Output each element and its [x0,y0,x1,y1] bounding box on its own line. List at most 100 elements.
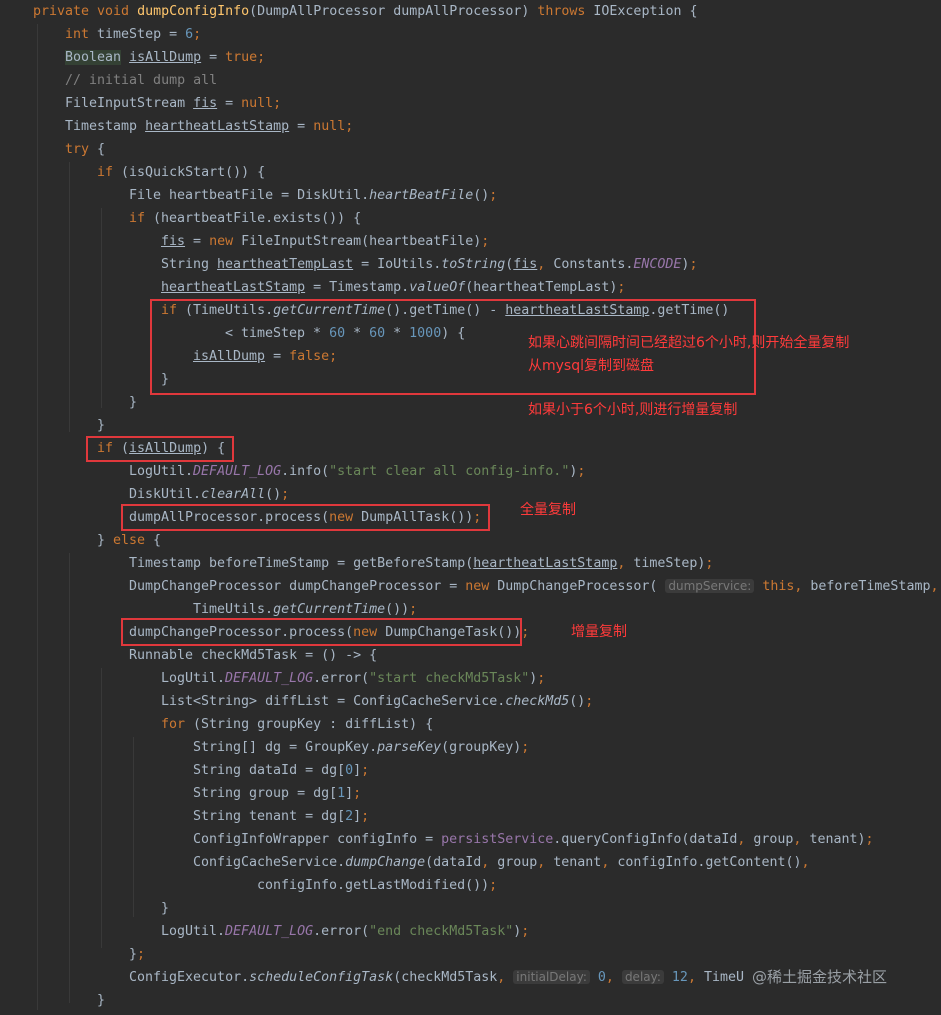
code-line[interactable]: ConfigInfoWrapper configInfo = persistSe… [193,828,874,851]
code-token: persistService [441,832,554,847]
code-token: .queryConfigInfo(dataId [553,832,738,847]
code-token: ; [705,556,714,571]
code-token: ; [361,809,370,824]
code-line[interactable]: File heartbeatFile = DiskUtil.heartBeatF… [129,184,497,207]
code-line[interactable]: Timestamp heartheatLastStamp = null; [65,115,353,138]
code-line[interactable]: }; [129,943,145,966]
code-token: , [537,257,554,272]
code-line[interactable]: configInfo.getLastModified()); [257,874,497,897]
code-line[interactable]: private void dumpConfigInfo(DumpAllProce… [33,0,697,23]
code-line[interactable]: FileInputStream fis = null; [65,92,281,115]
code-token: Timestamp [65,119,146,134]
code-line[interactable]: String group = dg[1]; [193,782,361,805]
code-token: valueOf [409,280,466,295]
code-token: group [753,832,794,847]
code-line[interactable]: LogUtil.DEFAULT_LOG.error("end checkMd5T… [161,920,529,943]
indent-guide [69,162,70,432]
indent-guide [101,208,102,408]
code-token: this, [762,579,811,594]
code-token: DEFAULT_LOG [225,924,314,939]
code-token: ; [521,924,530,939]
code-line[interactable]: String tenant = dg[2]; [193,805,369,828]
full-dump-call-highlight-box [121,504,490,531]
code-line[interactable]: String[] dg = GroupKey.parseKey(groupKey… [193,736,529,759]
code-line[interactable]: LogUtil.DEFAULT_LOG.info("start clear al… [129,460,585,483]
code-line[interactable]: DiskUtil.clearAll(); [129,483,289,506]
code-token: ; [481,234,490,249]
code-token: DumpChangeProcessor( [497,579,666,594]
code-token: ] [345,786,354,801]
code-token: else [113,533,154,548]
code-token: // initial dump all [65,73,218,88]
code-token: LogUtil. [161,924,226,939]
code-token: checkMd5 [505,694,570,709]
code-token: 2 [345,809,354,824]
code-line[interactable]: String heartheatTempLast = IoUtils.toStr… [161,253,697,276]
code-token: ] [353,809,362,824]
code-token: getCurrentTime [273,602,386,617]
code-token: toString [441,257,506,272]
code-line[interactable]: DumpChangeProcessor dumpChangeProcessor … [129,575,938,598]
code-line[interactable]: } else { [97,529,161,552]
code-token: , [497,970,514,985]
code-token: DiskUtil. [129,487,202,502]
code-token: new [209,234,242,249]
code-token: 12 [671,970,688,985]
code-line[interactable]: Runnable checkMd5Task = () -> { [129,644,377,667]
code-line[interactable]: ConfigCacheService.dumpChange(dataId, gr… [193,851,809,874]
parameter-hint: dumpService: [665,579,755,593]
code-token: group [497,855,538,870]
code-token: .info( [281,464,330,479]
code-token: , [617,556,634,571]
code-token: .error( [313,671,370,686]
code-token: int [65,27,98,42]
code-token: = IoUtils. [353,257,442,272]
code-token: ; [137,947,146,962]
code-line[interactable]: Timestamp beforeTimeStamp = getBeforeSta… [129,552,713,575]
code-line[interactable]: fis = new FileInputStream(heartbeatFile)… [161,230,489,253]
code-line[interactable]: for (String groupKey : diffList) { [161,713,433,736]
code-line[interactable]: if (heartbeatFile.exists()) { [129,207,361,230]
code-token: ()) [385,602,410,617]
code-token: ] [353,763,362,778]
code-token: dumpChange [345,855,426,870]
code-line[interactable]: try { [65,138,105,161]
code-token: (dataId [425,855,482,870]
code-token: tenant) [809,832,866,847]
code-token: clearAll [201,487,266,502]
code-token: } [129,395,138,410]
code-line[interactable]: } [97,989,105,1012]
code-line[interactable]: LogUtil.DEFAULT_LOG.error("start checkMd… [161,667,545,690]
code-token: { [97,142,106,157]
code-line[interactable]: } [161,897,169,920]
code-token: heartheatLastStamp [161,280,306,295]
code-token: (checkMd5Task [393,970,498,985]
code-line[interactable]: List<String> diffList = ConfigCacheServi… [161,690,593,713]
code-token: ; [537,671,546,686]
code-token: ; [489,188,498,203]
code-token: tenant [553,855,602,870]
code-token: "end checkMd5Task" [369,924,514,939]
code-line[interactable]: } [129,391,137,414]
code-line[interactable]: ConfigExecutor.scheduleConfigTask(checkM… [129,966,744,989]
code-token: ; [281,487,290,502]
code-line[interactable]: String dataId = dg[0]; [193,759,369,782]
code-token: FileInputStream(heartbeatFile) [241,234,482,249]
change-dump-call-highlight-box [121,618,522,646]
code-token: ConfigCacheService. [193,855,346,870]
code-token: true; [225,50,266,65]
code-token: , [537,855,554,870]
indent-guide [133,737,134,917]
code-line[interactable]: int timeStep = 6; [65,23,201,46]
code-line[interactable]: Boolean isAllDump = true; [65,46,265,69]
code-line[interactable]: // initial dump all [65,69,217,92]
code-line[interactable]: heartheatLastStamp = Timestamp.valueOf(h… [161,276,625,299]
code-token: fis [193,96,218,111]
code-line[interactable]: if (isQuickStart()) { [97,161,265,184]
code-token: Runnable checkMd5Task = () -> { [129,648,378,663]
code-line[interactable]: } [97,414,105,437]
code-token: } [97,993,106,1008]
code-token: heartheatLastStamp [145,119,290,134]
parameter-hint: initialDelay: [513,970,590,984]
code-token: () [265,487,282,502]
